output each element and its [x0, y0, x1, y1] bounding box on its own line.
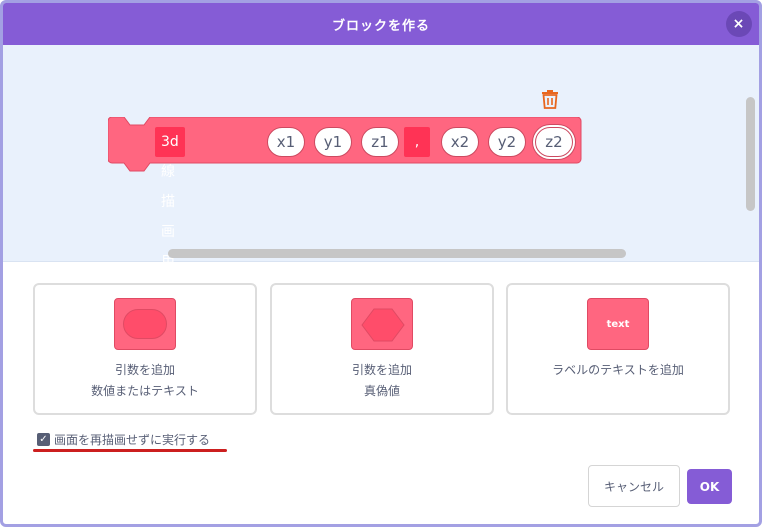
- arg-z2[interactable]: z2: [535, 127, 573, 157]
- dialog-header: ブロックを作る ×: [3, 3, 759, 45]
- close-icon: ×: [732, 16, 746, 32]
- block-label-comma[interactable]: ,: [404, 127, 430, 157]
- label-icon-text: text: [606, 318, 630, 330]
- close-button[interactable]: ×: [726, 11, 752, 37]
- horizontal-scrollbar[interactable]: [168, 249, 626, 258]
- checkbox-checked-icon[interactable]: ✓: [37, 433, 50, 446]
- highlight-underline: [33, 449, 227, 452]
- option-subtitle: 数値またはテキスト: [91, 384, 199, 398]
- cancel-button[interactable]: キャンセル: [588, 465, 680, 507]
- boolean-arg-icon: [351, 298, 413, 350]
- arg-x2[interactable]: x2: [441, 127, 479, 157]
- option-title: 引数を追加: [114, 363, 175, 377]
- option-title: 引数を追加: [351, 363, 412, 377]
- add-input-number-text-button[interactable]: 引数を追加 数値またはテキスト: [33, 283, 257, 415]
- block-workspace[interactable]: 3d線描画用 x1 y1 z1 , x2 y2 z2: [3, 45, 759, 270]
- arg-y1[interactable]: y1: [314, 127, 352, 157]
- vertical-scrollbar[interactable]: [746, 97, 755, 211]
- add-label-text-button[interactable]: text ラベルのテキストを追加: [506, 283, 730, 415]
- arg-y2[interactable]: y2: [488, 127, 526, 157]
- block-label-text[interactable]: 3d線描画用: [155, 127, 185, 270]
- label-text-icon: text: [587, 298, 649, 350]
- dialog-title: ブロックを作る: [331, 18, 430, 34]
- run-without-refresh-label: 画面を再描画せずに実行する: [54, 433, 211, 447]
- arg-z1[interactable]: z1: [361, 127, 399, 157]
- ok-button[interactable]: OK: [687, 469, 732, 504]
- add-input-boolean-button[interactable]: 引数を追加 真偽値: [270, 283, 494, 415]
- option-subtitle: 真偽値: [363, 384, 400, 398]
- trash-icon[interactable]: [541, 89, 559, 109]
- run-without-refresh-toggle[interactable]: ✓ 画面を再描画せずに実行する: [37, 431, 210, 448]
- round-arg-icon: [114, 298, 176, 350]
- arg-x1[interactable]: x1: [267, 127, 305, 157]
- make-block-dialog: ブロックを作る × 3d線描画用 x1 y1 z1 , x2 y2 z2 引数を…: [0, 0, 762, 527]
- option-title: ラベルのテキストを追加: [552, 363, 684, 377]
